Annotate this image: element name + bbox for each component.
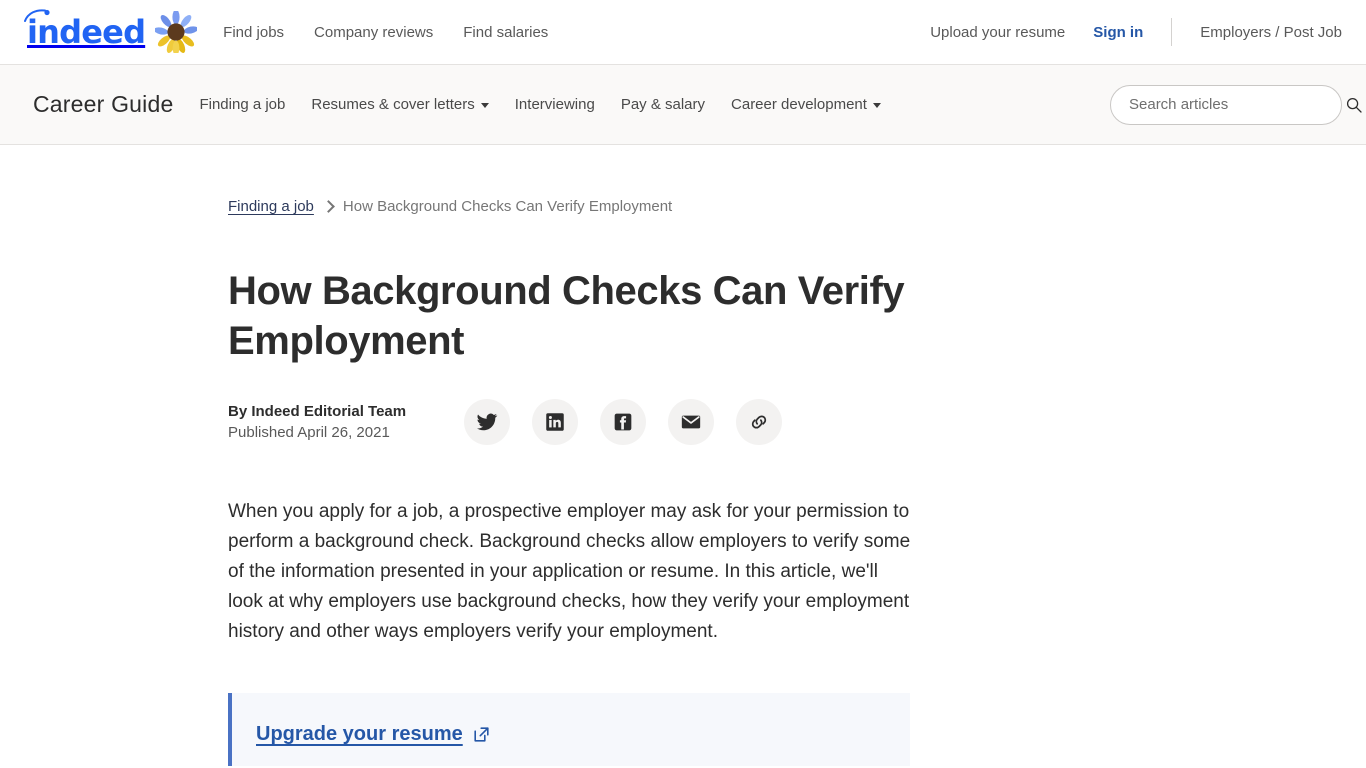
search-area — [1110, 84, 1362, 125]
breadcrumb-parent-link[interactable]: Finding a job — [228, 198, 314, 215]
nav-item-find-jobs[interactable]: Find jobs — [223, 24, 284, 41]
email-icon — [681, 415, 701, 429]
article-intro-paragraph: When you apply for a job, a prospective … — [228, 501, 911, 642]
guide-nav-label: Career development — [731, 96, 867, 113]
linkedin-icon — [546, 413, 564, 431]
employers-post-job-link[interactable]: Employers / Post Job — [1200, 24, 1342, 41]
global-nav: Find jobs Company reviews Find salaries — [223, 24, 548, 41]
article-meta: By Indeed Editorial Team Published April… — [228, 399, 988, 445]
global-header-actions: Upload your resume Sign in Employers / P… — [930, 18, 1342, 46]
chevron-right-icon — [322, 200, 335, 213]
article-page: Finding a job How Background Checks Can … — [0, 198, 1366, 766]
career-guide-title: Career Guide — [33, 91, 174, 117]
twitter-icon — [477, 413, 498, 431]
search-input[interactable] — [1110, 84, 1342, 125]
guide-nav-pay-salary[interactable]: Pay & salary — [621, 96, 705, 113]
share-facebook-button[interactable] — [600, 399, 647, 445]
search-icon[interactable] — [1346, 97, 1362, 113]
breadcrumb-current: How Background Checks Can Verify Employm… — [342, 198, 673, 215]
guide-nav-finding-a-job[interactable]: Finding a job — [199, 96, 285, 113]
facebook-icon — [614, 413, 632, 431]
share-linkedin-button[interactable] — [532, 399, 579, 445]
guide-nav-label: Finding a job — [199, 96, 286, 113]
chevron-down-icon — [872, 103, 881, 108]
article-published-date: Published April 26, 2021 — [228, 424, 390, 441]
guide-nav-label: Pay & salary — [620, 96, 706, 113]
logo-swoosh-icon — [24, 9, 50, 22]
guide-nav-label: Resumes & cover letters — [311, 96, 475, 113]
sign-in-link[interactable]: Sign in — [1093, 24, 1143, 41]
upgrade-resume-label: Upgrade your resume — [256, 723, 463, 745]
nav-item-company-reviews[interactable]: Company reviews — [314, 24, 433, 41]
guide-nav-resumes-cover-letters[interactable]: Resumes & cover letters — [311, 96, 489, 113]
nav-item-find-salaries[interactable]: Find salaries — [463, 24, 548, 41]
share-link-button[interactable] — [736, 399, 783, 445]
breadcrumb: Finding a job How Background Checks Can … — [228, 198, 988, 215]
external-link-icon — [474, 727, 489, 742]
guide-nav-label: Interviewing — [514, 96, 595, 113]
guide-nav-career-development[interactable]: Career development — [731, 96, 881, 113]
guide-nav-interviewing[interactable]: Interviewing — [515, 96, 595, 113]
career-guide-nav-bar: Career Guide Finding a job Resumes & cov… — [0, 65, 1366, 145]
link-icon — [751, 415, 767, 429]
share-email-button[interactable] — [668, 399, 715, 445]
indeed-wordmark: indeed — [24, 9, 146, 48]
chevron-down-icon — [480, 103, 489, 108]
upload-resume-link[interactable]: Upload your resume — [930, 24, 1065, 41]
share-twitter-button[interactable] — [464, 399, 511, 445]
share-buttons — [464, 399, 783, 445]
sunflower-icon — [155, 11, 198, 53]
upgrade-resume-callout: Upgrade your resume — [228, 693, 910, 766]
career-guide-nav: Finding a job Resumes & cover letters In… — [199, 96, 881, 113]
byline: By Indeed Editorial Team Published April… — [228, 399, 406, 441]
global-header: indeed Find jobs Company reviews Find sa… — [0, 0, 1366, 65]
upgrade-resume-link[interactable]: Upgrade your resume — [256, 723, 490, 746]
header-divider — [1171, 18, 1173, 46]
page-title: How Background Checks Can Verify Employm… — [228, 269, 905, 363]
article-author: By Indeed Editorial Team — [228, 403, 407, 420]
indeed-logo-link[interactable]: indeed — [24, 9, 198, 53]
